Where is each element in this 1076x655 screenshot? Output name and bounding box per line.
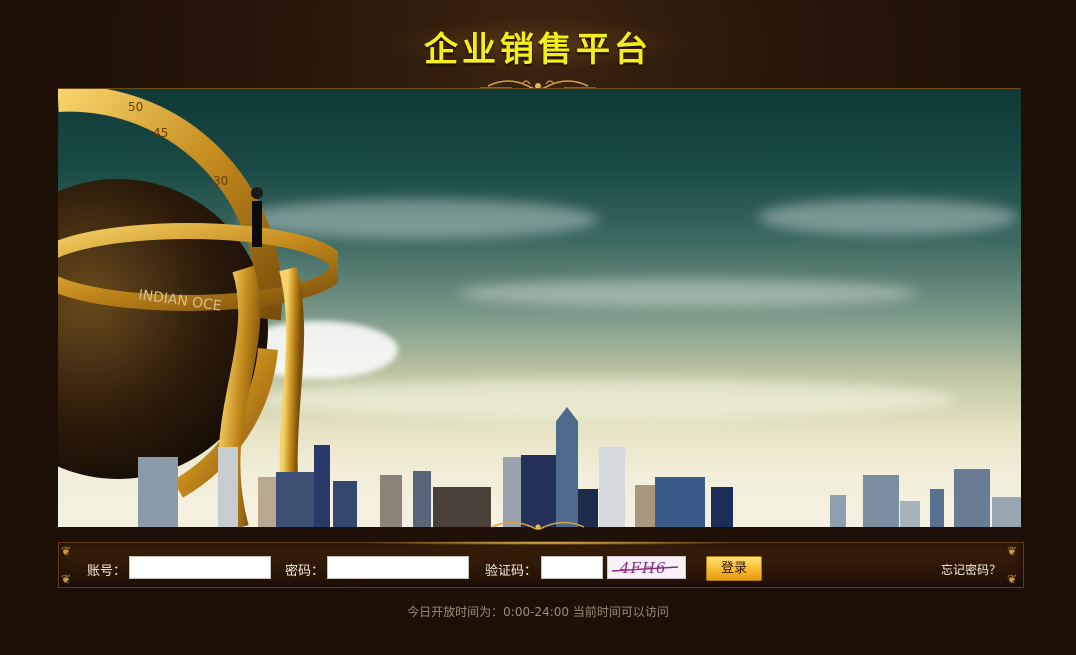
captcha-label: 验证码： <box>485 564 538 579</box>
building <box>655 477 705 527</box>
forgot-password-link[interactable]: 忘记密码？ <box>941 561 1001 578</box>
building <box>635 485 655 527</box>
building <box>413 471 431 527</box>
building <box>711 487 733 527</box>
building <box>218 447 238 527</box>
svg-text:45: 45 <box>153 126 168 140</box>
page-title: 企业销售平台 <box>424 30 652 70</box>
cloud <box>758 199 1018 235</box>
login-page: 企业销售平台 INDIAN OCE 45 30 50 ❦ ❦ ❦ ❦ 账号： 密… <box>0 0 1076 655</box>
building <box>314 445 330 527</box>
corner-ornament-icon: ❦ <box>1007 572 1018 586</box>
hero-banner: INDIAN OCE 45 30 50 <box>58 88 1021 527</box>
glow-line <box>359 541 739 545</box>
password-label: 密码： <box>285 564 325 579</box>
captcha-input[interactable] <box>541 556 603 579</box>
building <box>333 481 357 527</box>
login-button[interactable]: 登录 <box>706 556 762 581</box>
ornament-bottom-icon <box>491 521 585 530</box>
building <box>258 477 278 527</box>
opening-hours-note: 今日开放时间为：0:00-24:00 当前时间可以访问 <box>407 605 669 619</box>
building <box>954 469 990 527</box>
globe-illustration: INDIAN OCE 45 30 50 <box>58 89 338 527</box>
corner-ornament-icon: ❦ <box>1007 544 1018 558</box>
corner-ornament-icon: ❦ <box>61 544 72 558</box>
captcha-image[interactable]: 4FH6 <box>607 556 686 579</box>
password-input[interactable] <box>327 556 469 579</box>
header: 企业销售平台 <box>0 0 1076 90</box>
building <box>992 497 1021 527</box>
account-input[interactable] <box>129 556 271 579</box>
cloud <box>458 279 918 307</box>
building <box>138 457 178 527</box>
corner-ornament-icon: ❦ <box>61 572 72 586</box>
login-form: ❦ ❦ ❦ ❦ 账号： 密码： 验证码： 4FH6 登录 忘记密码？ <box>58 541 1024 588</box>
building <box>830 495 846 527</box>
building <box>930 489 944 527</box>
building <box>380 475 402 527</box>
captcha-text: 4FH6 <box>620 559 667 577</box>
cloud <box>258 379 958 419</box>
building <box>503 457 521 527</box>
svg-text:50: 50 <box>128 100 143 114</box>
building <box>521 455 557 527</box>
building <box>556 407 578 527</box>
building <box>863 475 899 527</box>
account-label: 账号： <box>87 564 127 579</box>
svg-text:30: 30 <box>213 174 228 188</box>
building <box>433 487 491 527</box>
building <box>599 447 625 527</box>
building <box>900 501 920 527</box>
